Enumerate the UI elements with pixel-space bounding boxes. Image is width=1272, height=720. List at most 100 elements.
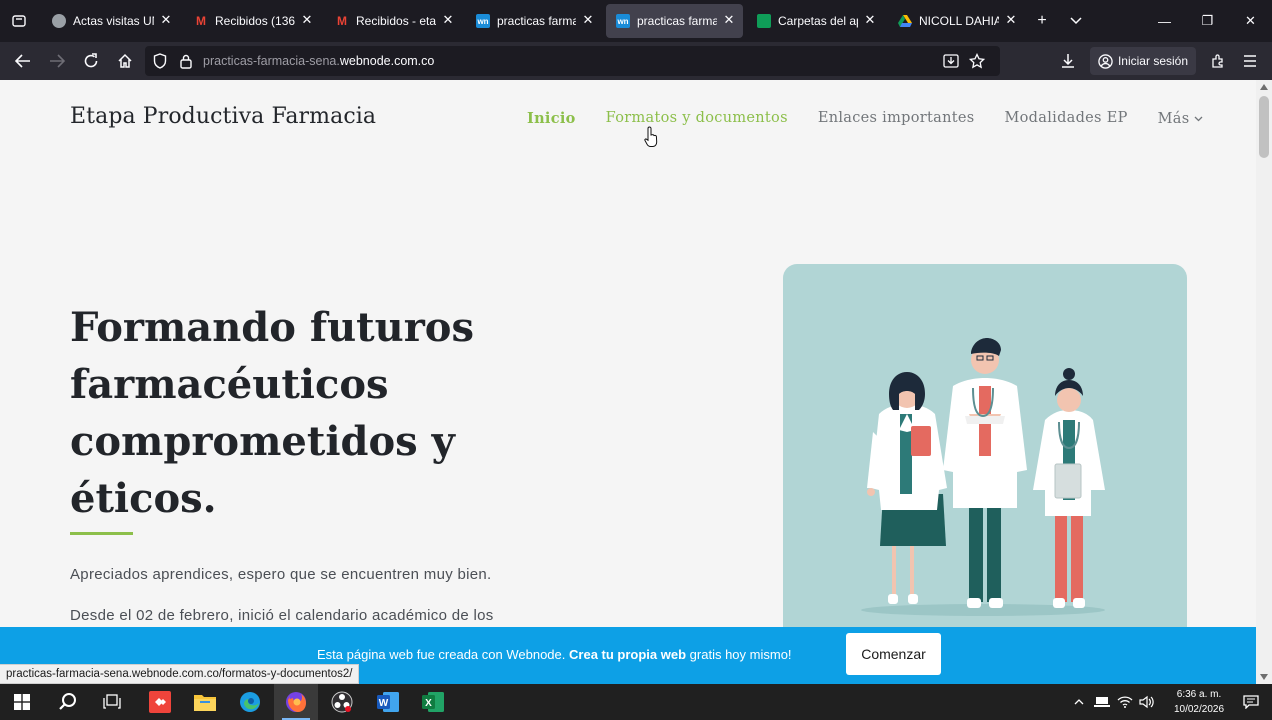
menu-item-mas[interactable]: Más [1158,110,1203,127]
clock-time: 6:36 a. m. [1176,689,1222,700]
tab-title: Recibidos (136) - a [215,14,295,28]
windows-taskbar: W X 6:36 a. m. 10/02/2026 [0,684,1272,720]
notifications-icon[interactable] [1240,684,1262,720]
tab-strip: Actas visitas UNAD ✕ M Recibidos (136) -… [0,0,1272,42]
reload-icon[interactable] [74,46,107,76]
intro-paragraph: Apreciados aprendices, espero que se enc… [70,566,492,583]
back-icon[interactable] [6,46,39,76]
tray-chevron-up-icon[interactable] [1070,684,1088,720]
hero-title: Formando futuros farmacéuticos compromet… [70,299,510,527]
window-controls: — ❐ ✕ [1143,0,1272,42]
home-icon[interactable] [108,46,141,76]
menu-item-inicio[interactable]: Inicio [527,110,576,127]
page-viewport: Etapa Productiva Farmacia Inicio Formato… [0,80,1256,684]
hero-line: Formando futuros [70,304,474,351]
browser-tab[interactable]: wn practicas farmacia ✕ [466,4,602,38]
close-icon[interactable]: ✕ [722,12,736,27]
scrollbar-thumb[interactable] [1259,96,1269,158]
url-text: practicas-farmacia-sena.webnode.com.co [203,54,435,68]
gmail-icon: M [337,14,347,28]
nav-toolbar: practicas-farmacia-sena.webnode.com.co I… [0,42,1272,80]
firefox-icon[interactable] [274,684,318,720]
hero-line: farmacéuticos [70,361,389,408]
menu-item-formatos[interactable]: Formatos y documentos [606,110,788,127]
system-clock[interactable]: 6:36 a. m. 10/02/2026 [1166,687,1232,717]
list-all-tabs-icon[interactable] [0,0,38,42]
wifi-icon[interactable] [1115,684,1135,720]
bookmark-star-icon[interactable] [964,46,990,76]
minimize-icon[interactable]: — [1143,0,1186,42]
extensions-icon[interactable] [1202,46,1234,76]
sheets-icon [757,14,771,28]
shield-icon[interactable] [147,46,173,76]
hand-cursor-icon [644,126,658,147]
close-icon[interactable]: ✕ [159,12,173,27]
menu-more-label: Más [1157,110,1190,127]
tab-title: practicas farmacia [497,14,576,28]
tab-title: Actas visitas UNAD [73,14,154,28]
anydesk-icon[interactable] [138,684,182,720]
start-icon[interactable] [0,684,44,720]
signin-label: Iniciar sesión [1117,54,1188,68]
close-icon[interactable]: ✕ [300,12,314,27]
close-icon[interactable]: ✕ [581,12,595,27]
search-icon[interactable] [46,684,90,720]
chevron-down-icon[interactable] [1059,4,1093,38]
tab-title: Carpetas del apre [778,14,858,28]
close-icon[interactable]: ✕ [1004,12,1018,27]
obs-icon[interactable] [320,684,364,720]
close-window-icon[interactable]: ✕ [1229,0,1272,42]
downloads-icon[interactable] [1052,46,1084,76]
account-icon [1098,53,1113,69]
scroll-down-icon[interactable] [1260,674,1268,680]
page-scrollbar[interactable] [1256,80,1272,684]
scroll-up-icon[interactable] [1260,84,1268,90]
network-device-icon[interactable] [1092,684,1112,720]
signin-button[interactable]: Iniciar sesión [1089,47,1196,75]
svg-text:X: X [425,698,432,709]
unad-icon [52,14,66,28]
hero-line: éticos. [70,475,217,522]
comenzar-button[interactable]: Comenzar [846,633,941,675]
hero-line: comprometidos y [70,418,455,465]
page-save-icon[interactable] [938,46,964,76]
excel-icon[interactable]: X [411,684,455,720]
forward-icon[interactable] [40,46,73,76]
lock-icon[interactable] [173,46,199,76]
restore-icon[interactable]: ❐ [1186,0,1229,42]
menu-item-modalidades[interactable]: Modalidades EP [1004,110,1127,127]
tab-title: NICOLL DAHIANA [919,14,999,28]
url-bar[interactable]: practicas-farmacia-sena.webnode.com.co [145,46,1000,76]
clock-date: 10/02/2026 [1173,704,1225,715]
new-tab-icon[interactable]: + [1025,4,1059,38]
gmail-icon: M [196,14,206,28]
browser-tab[interactable]: Carpetas del apre ✕ [747,4,884,38]
intro-paragraph-2: Desde el 02 de febrero, inició el calend… [70,607,494,624]
close-icon[interactable]: ✕ [863,12,877,27]
svg-text:W: W [379,698,389,709]
pharmacists-illustration [783,264,1187,644]
chevron-down-icon [1194,116,1202,121]
status-link-tooltip: practicas-farmacia-sena.webnode.com.co/f… [0,664,360,684]
banner-message: Esta página web fue creada con Webnode. … [317,647,792,662]
tab-title: Recibidos - etapa [356,14,436,28]
word-icon[interactable]: W [366,684,410,720]
browser-tab[interactable]: M Recibidos (136) - a ✕ [184,4,321,38]
file-explorer-icon[interactable] [183,684,227,720]
browser-tab[interactable]: NICOLL DAHIANA ✕ [888,4,1025,38]
hamburger-menu-icon[interactable] [1234,46,1266,76]
browser-tab-active[interactable]: wn practicas farmacia ✕ [606,4,743,38]
hero-underline [70,532,133,535]
edge-icon[interactable] [228,684,272,720]
task-view-icon[interactable] [90,684,134,720]
site-menu: Inicio Formatos y documentos Enlaces imp… [527,110,1233,127]
close-icon[interactable]: ✕ [441,12,455,27]
menu-item-enlaces[interactable]: Enlaces importantes [818,110,975,127]
volume-icon[interactable] [1137,684,1157,720]
pharmacist-woman-left [867,372,947,604]
site-brand[interactable]: Etapa Productiva Farmacia [70,104,376,129]
browser-tab[interactable]: M Recibidos - etapa ✕ [325,4,462,38]
webnode-icon: wn [476,14,490,28]
pharmacist-woman-right [1033,368,1105,608]
browser-tab[interactable]: Actas visitas UNAD ✕ [42,4,180,38]
